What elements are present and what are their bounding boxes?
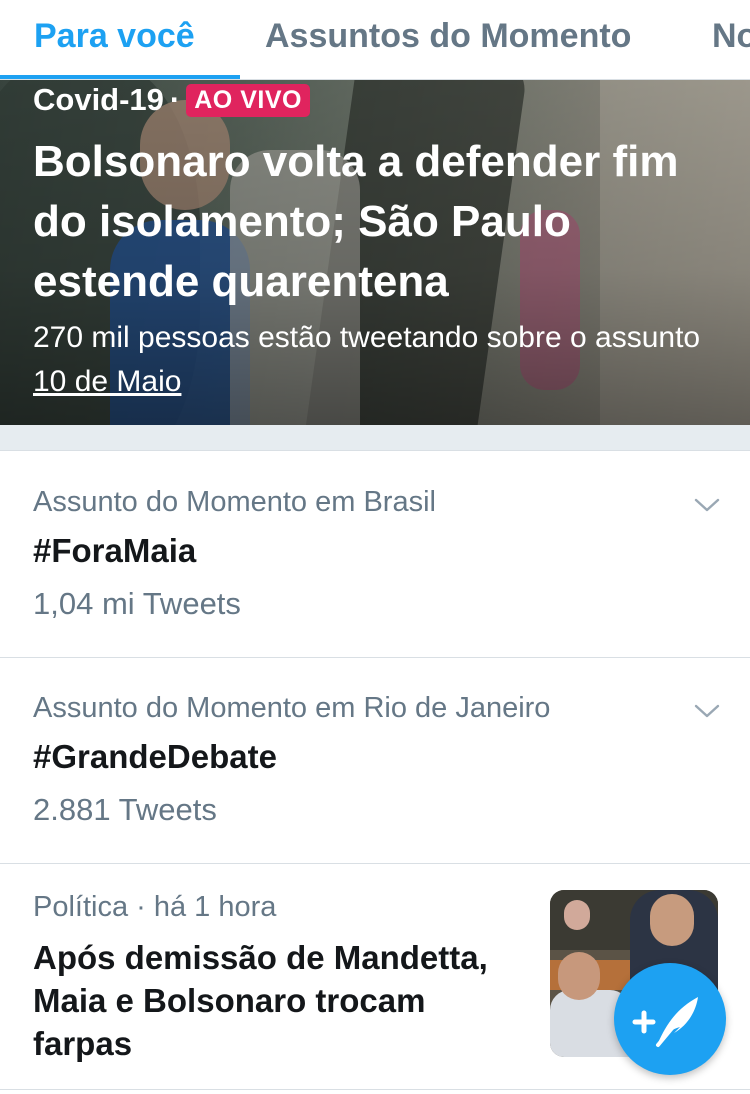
chevron-down-icon[interactable] [694,497,720,513]
trend-tweet-count: 1,04 mi Tweets [33,586,241,621]
news-meta: Política · há 1 hora [33,891,277,923]
explore-tab-bar: Para você Assuntos do Momento No [0,0,750,80]
hero-date-link[interactable]: 10 de Maio [33,365,181,398]
hero-meta: Covid-19 · AO VIVO [33,82,310,118]
hero-subtitle: 270 mil pessoas estão tweetando sobre o … [33,316,723,404]
hero-news-card[interactable]: Covid-19 · AO VIVO Bolsonaro volta a def… [0,80,750,425]
chevron-down-icon[interactable] [694,703,720,719]
trend-item[interactable]: Assunto do Momento em Rio de Janeiro #Gr… [0,658,750,864]
tab-para-voce[interactable]: Para você [34,0,195,79]
explore-screen: Para você Assuntos do Momento No Covid-1… [0,0,750,1094]
hero-tweet-count-text: 270 mil pessoas estão tweetando sobre o … [33,321,701,354]
hero-category: Covid-19 [33,82,164,117]
trend-context: Assunto do Momento em Brasil [33,486,436,518]
compose-tweet-icon [632,997,698,1047]
trend-hashtag: #ForaMaia [33,532,197,569]
hero-headline: Bolsonaro volta a defender fim do isolam… [33,137,679,306]
news-headline: Após demissão de Mandetta, Maia e Bolson… [33,939,488,1062]
tab-noticias[interactable]: No [712,0,750,79]
hero-dot-separator: · [169,82,181,117]
trend-tweet-count: 2.881 Tweets [33,792,217,827]
trend-context: Assunto do Momento em Rio de Janeiro [33,692,551,724]
section-separator [0,425,750,451]
trend-hashtag: #GrandeDebate [33,738,277,775]
tab-assuntos-do-momento[interactable]: Assuntos do Momento [265,0,631,79]
live-badge: AO VIVO [186,83,310,117]
compose-tweet-button[interactable] [614,963,726,1075]
active-tab-indicator [0,75,240,79]
trend-item[interactable]: Assunto do Momento em Brasil #ForaMaia 1… [0,451,750,658]
